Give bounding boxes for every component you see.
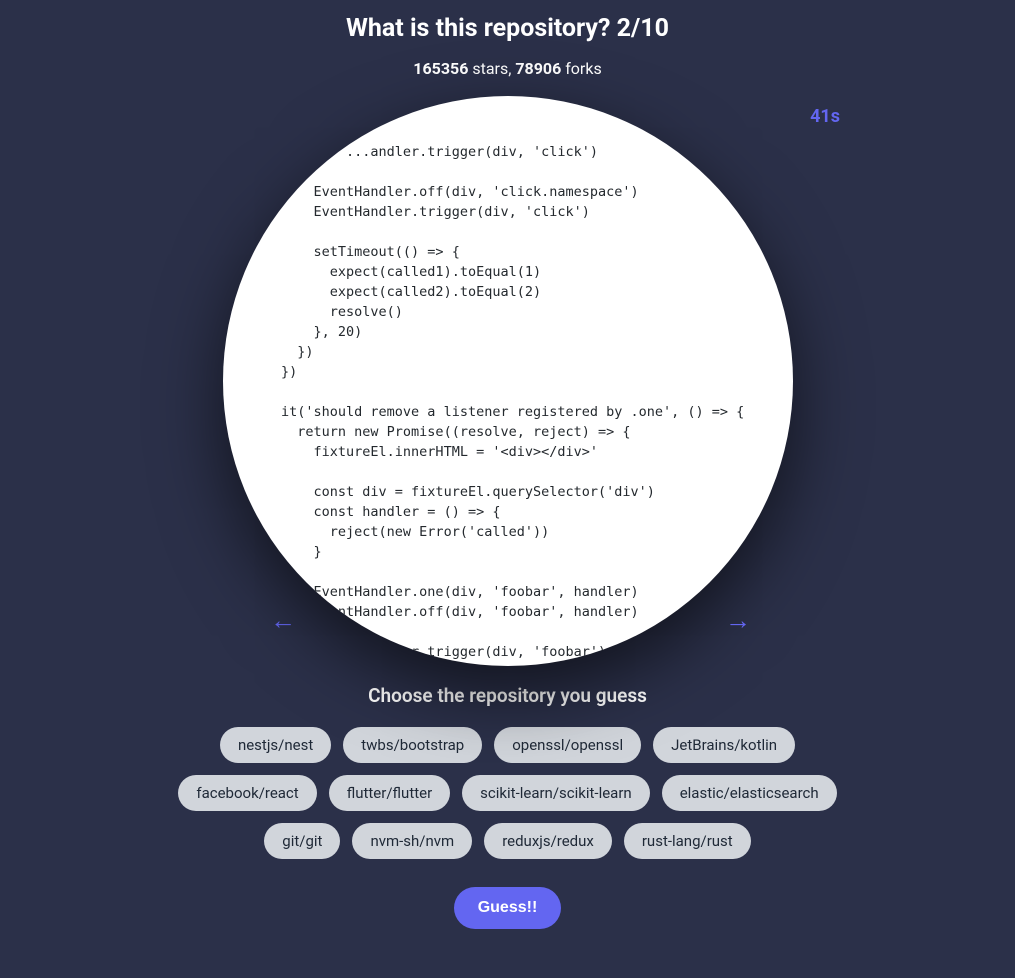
option-pill[interactable]: JetBrains/kotlin xyxy=(653,727,795,763)
option-pill[interactable]: reduxjs/redux xyxy=(484,823,612,859)
forks-count: 78906 xyxy=(515,59,561,78)
arrow-right-icon[interactable]: → xyxy=(725,605,751,636)
option-pill[interactable]: twbs/bootstrap xyxy=(343,727,482,763)
option-pill[interactable]: nestjs/nest xyxy=(220,727,331,763)
repo-stats: 165356 stars, 78906 forks xyxy=(413,59,601,78)
option-pill[interactable]: openssl/openssl xyxy=(494,727,641,763)
stars-label: stars, xyxy=(468,59,515,78)
guess-button[interactable]: Guess!! xyxy=(454,887,562,929)
options-container: nestjs/nest twbs/bootstrap openssl/openssl… xyxy=(148,727,868,859)
option-pill[interactable]: flutter/flutter xyxy=(329,775,450,811)
option-pill[interactable]: elastic/elasticsearch xyxy=(662,775,837,811)
countdown-timer: 41s xyxy=(810,106,840,127)
stars-count: 165356 xyxy=(413,59,468,78)
option-pill[interactable]: scikit-learn/scikit-learn xyxy=(462,775,650,811)
code-snippet: ...andler.trigger(div, 'click') EventHan… xyxy=(249,142,745,666)
code-magnifier[interactable]: ...andler.trigger(div, 'click') EventHan… xyxy=(223,96,793,666)
choose-label: Choose the repository you guess xyxy=(368,684,647,707)
forks-label: forks xyxy=(561,59,601,78)
option-pill[interactable]: nvm-sh/nvm xyxy=(352,823,472,859)
option-pill[interactable]: git/git xyxy=(264,823,340,859)
option-pill[interactable]: facebook/react xyxy=(178,775,316,811)
option-pill[interactable]: rust-lang/rust xyxy=(624,823,751,859)
page-title: What is this repository? 2/10 xyxy=(346,14,669,43)
